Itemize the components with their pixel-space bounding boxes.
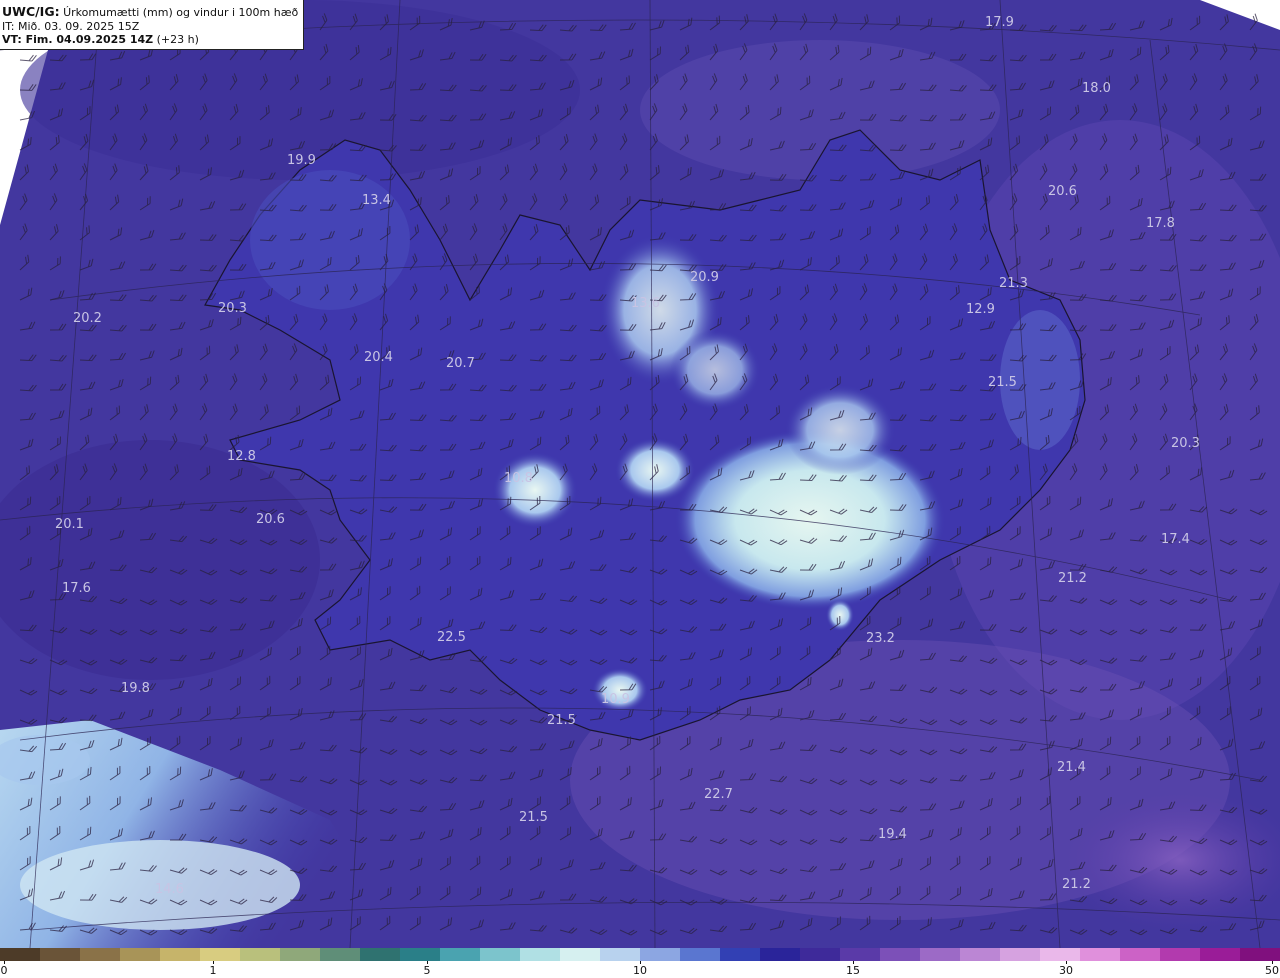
map-value-label: 12.9 [966,302,995,317]
map-value-label: 20.6 [256,512,285,527]
map-value-label: 19.8 [121,681,150,696]
map-value-label: 21.5 [519,810,548,825]
colorbar-segment [560,948,600,961]
map-value-label: 21.4 [1057,760,1086,775]
lead-time: (+23 h) [156,33,199,46]
map-value-label: 17.9 [985,15,1014,30]
product-name: UWC/IG: [2,4,60,19]
map-value-label: 20.3 [1171,436,1200,451]
map-value-label: 20.3 [218,301,247,316]
map-value-label: 21.3 [999,276,1028,291]
map-value-label: 22.5 [437,630,466,645]
colorbar-segment [1160,948,1200,961]
colorbar-tick-label: 30 [1059,964,1073,977]
colorbar-segment [1080,948,1120,961]
map-value-label: 20.2 [73,311,102,326]
colorbar-segment [0,948,40,961]
map-value-label: 20.1 [55,517,84,532]
map-value-label: 17.8 [1146,216,1175,231]
map-value-label: 12.8 [227,449,256,464]
precip-max-langjokull [493,452,577,528]
map-value-label: 21.2 [1062,877,1091,892]
colorbar-segment [920,948,960,961]
colorbar-ticks: 0 1 5 10 15 30 50 [0,961,1280,978]
colorbar-segment [840,948,880,961]
colorbar-segment [1120,948,1160,961]
precip-max-north [670,330,760,410]
colorbar-segment [480,948,520,961]
colorbar-segment [1000,948,1040,961]
map-value-label: 20.4 [364,350,393,365]
map-value-label: 17.4 [1161,532,1190,547]
map-value-label: 13.6 [631,296,660,311]
colorbar-scale [0,948,1280,961]
colorbar-segment [640,948,680,961]
map-value-label: 20.9 [690,270,719,285]
map-value-label: 13.4 [362,193,391,208]
map-value-label: 19.4 [878,827,907,842]
colorbar-segment [760,948,800,961]
map-value-label: 20.7 [446,356,475,371]
colorbar-segment [320,948,360,961]
colorbar-segment [1240,948,1280,961]
map-value-label: 14.6 [155,882,184,897]
colorbar: 0 1 5 10 15 30 50 [0,948,1280,978]
precip-max-eyjafjallajokull [826,599,854,631]
colorbar-segment [360,948,400,961]
colorbar-segment [280,948,320,961]
colorbar-tick-label: 50 [1265,964,1279,977]
map-value-label: 21.5 [988,375,1017,390]
colorbar-segment [800,948,840,961]
precipitation-wind-map: 17.9 18.0 19.9 13.4 20.6 17.8 20.9 13.6 … [0,0,1280,948]
colorbar-segment [960,948,1000,961]
colorbar-tick-label: 5 [423,964,431,977]
colorbar-segment [880,948,920,961]
colorbar-tick-label: 10 [633,964,647,977]
map-title: Úrkomumætti (mm) og vindur i 100m hæð [63,6,299,19]
map-value-label: 21.2 [1058,571,1087,586]
colorbar-tick-label: 15 [846,964,860,977]
issue-time: IT: Mið. 03. 09. 2025 15Z [2,19,140,33]
colorbar-segment [1200,948,1240,961]
map-value-label: 10.9 [601,692,630,707]
map-header: UWC/IG: Úrkomumætti (mm) og vindur i 100… [0,0,304,50]
colorbar-segment [400,948,440,961]
map-value-label: 23.2 [866,631,895,646]
colorbar-segment [80,948,120,961]
colorbar-tick-label: 0 [0,964,8,977]
colorbar-tick-label: 1 [209,964,217,977]
map-value-label: 18.0 [1082,81,1111,96]
colorbar-segment [600,948,640,961]
colorbar-segment [1040,948,1080,961]
map-value-label: 10.8 [504,471,533,486]
map-value-label: 21.5 [547,713,576,728]
colorbar-segment [720,948,760,961]
colorbar-segment [440,948,480,961]
colorbar-segment [240,948,280,961]
map-value-label: 20.6 [1048,184,1077,199]
map-value-label: 19.9 [287,153,316,168]
map-value-label: 17.6 [62,581,91,596]
map-value-label: 22.7 [704,787,733,802]
colorbar-segment [200,948,240,961]
valid-time: VT: Fim. 04.09.2025 14Z [2,33,154,46]
colorbar-segment [680,948,720,961]
precip-max-vatnajokull [785,385,895,475]
colorbar-segment [40,948,80,961]
colorbar-segment [120,948,160,961]
colorbar-segment [520,948,560,961]
colorbar-segment [160,948,200,961]
